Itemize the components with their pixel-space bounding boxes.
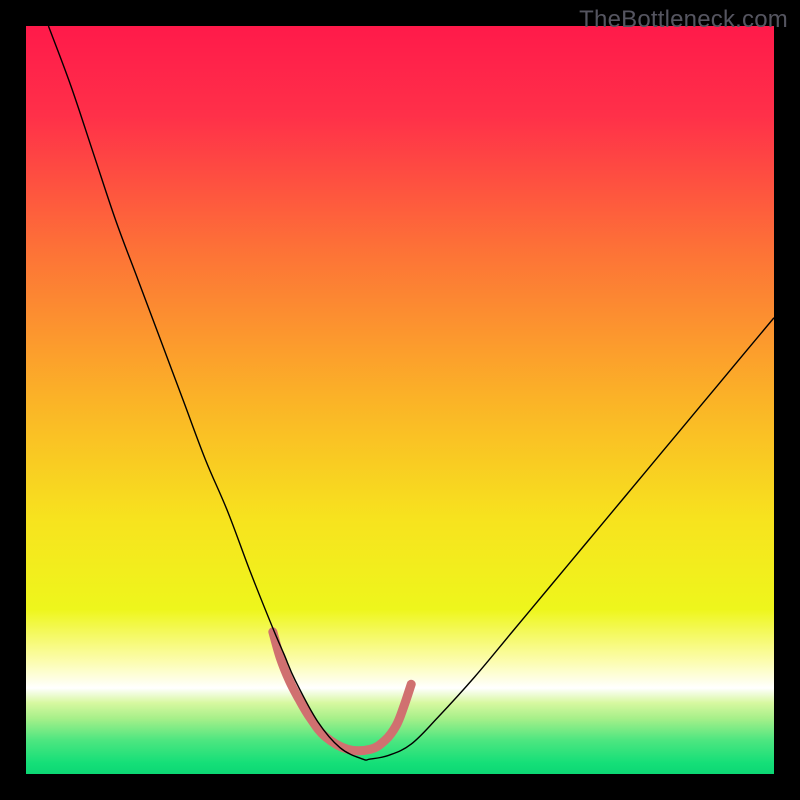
watermark-text: TheBottleneck.com — [579, 6, 788, 34]
chart-container: TheBottleneck.com — [0, 0, 800, 800]
plot-area — [26, 26, 774, 774]
highlight-band — [273, 632, 411, 751]
bottleneck-curve — [48, 26, 774, 760]
curve-layer — [26, 26, 774, 774]
